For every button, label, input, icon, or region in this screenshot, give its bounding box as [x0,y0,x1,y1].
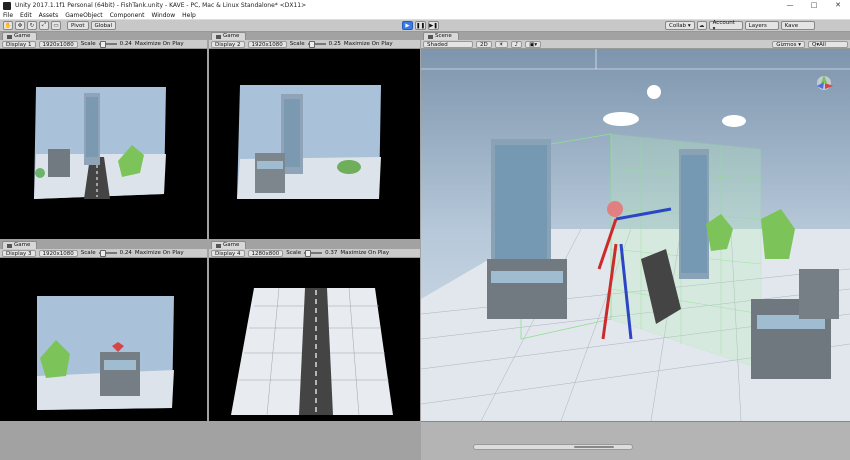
game-panel-4: Game Display 4 1280x800 Scale 0.37 Maxim… [209,241,420,421]
lighting-toggle-icon[interactable]: ☀ [494,40,508,48]
scene-viewport[interactable] [421,49,850,421]
2d-toggle[interactable]: 2D [476,40,492,48]
scene-bottom-strip [421,421,850,460]
maximize-on-play-toggle[interactable]: Maximize On Play [344,41,393,47]
game-toolbar-4: Display 4 1280x800 Scale 0.37 Maximize O… [209,249,420,258]
layers-dropdown[interactable]: Layers [744,21,779,30]
layout-label: Kave [784,22,799,29]
scale-label: Scale [289,41,305,47]
maximize-button[interactable]: □ [802,0,826,11]
play-button[interactable]: ▶ [402,21,413,30]
menu-file[interactable]: File [3,12,13,19]
effects-toggle-icon[interactable]: ▣▾ [525,40,542,48]
scene-search-input[interactable]: Q▾All [808,40,848,48]
resolution-dropdown[interactable]: 1920x1080 [247,40,287,48]
global-toggle[interactable]: Global [90,21,117,30]
tab-scene[interactable]: Scene [423,32,459,40]
menu-edit[interactable]: Edit [20,12,32,19]
collab-label: Collab ▾ [669,22,691,29]
title-bar: Unity 2017.1.1f1 Personal (64bit) - Fish… [0,0,850,11]
menu-window[interactable]: Window [151,12,175,19]
audio-toggle-icon[interactable]: ♪ [510,40,523,48]
window-title: Unity 2017.1.1f1 Personal (64bit) - Fish… [15,2,307,9]
main-toolbar: ✋ ✥ ↻ ⤢ ▭ Pivot Global ▶ ❚❚ ▶❚ Collab ▾ … [0,20,850,32]
close-button[interactable]: ✕ [826,0,850,11]
minimize-button[interactable]: — [778,0,802,11]
global-label: Global [94,22,113,29]
shading-dropdown[interactable]: Shaded [423,40,473,48]
resolution-dropdown[interactable]: 1920x1080 [38,249,78,257]
scale-label: Scale [80,41,96,47]
layers-label: Layers [748,22,767,29]
step-button[interactable]: ▶❚ [428,21,439,30]
pivot-toggle[interactable]: Pivot [67,21,89,30]
game-panel-1: Game Display 1 1920x1080 Scale 0.24 Maxi… [0,32,207,239]
scale-tool-button[interactable]: ⤢ [39,21,49,30]
layout-dropdown[interactable]: Kave [780,21,815,30]
account-dropdown[interactable]: Account ▾ [708,19,743,32]
game-viewport-1[interactable] [0,49,207,239]
game-panel-3: Game Display 3 1920x1080 Scale 0.24 Maxi… [0,241,207,421]
game-toolbar-3: Display 3 1920x1080 Scale 0.24 Maximize … [0,249,207,258]
pause-button[interactable]: ❚❚ [415,21,426,30]
display-dropdown[interactable]: Display 4 [211,249,245,257]
game-tab-icon [216,243,221,248]
scene-tab-icon [428,34,433,39]
resolution-dropdown[interactable]: 1280x800 [247,249,284,257]
game-panel-2: Game Display 2 1920x1080 Scale 0.25 Maxi… [209,32,420,239]
game-toolbar-2: Display 2 1920x1080 Scale 0.25 Maximize … [209,40,420,49]
move-tool-button[interactable]: ✥ [15,21,25,30]
menu-gameobject[interactable]: GameObject [65,12,102,19]
window-controls: — □ ✕ [778,0,850,11]
maximize-on-play-toggle[interactable]: Maximize On Play [340,250,389,256]
scale-label: Scale [286,250,302,256]
scale-label: Scale [80,250,96,256]
scale-slider[interactable] [98,250,117,257]
pivot-label: Pivot [71,22,85,29]
scene-toolbar: Shaded 2D ☀ ♪ ▣▾ Gizmos ▾ Q▾All [421,40,850,49]
scale-value: 0.25 [328,41,341,47]
tab-label: Game [223,33,240,39]
scale-slider[interactable] [304,250,323,257]
scale-value: 0.24 [119,41,132,47]
account-label: Account ▾ [712,19,735,32]
tab-label: Game [14,242,31,248]
tab-game-4[interactable]: Game [211,241,247,249]
tab-label: Scene [435,33,452,39]
tab-game-3[interactable]: Game [2,241,38,249]
game-viewport-2[interactable] [209,49,420,239]
display-dropdown[interactable]: Display 3 [2,249,36,257]
game-tab-icon [7,34,12,39]
maximize-on-play-toggle[interactable]: Maximize On Play [135,250,184,256]
scale-value: 0.37 [325,250,338,256]
game-viewport-3[interactable] [0,258,207,421]
game-viewport-4[interactable] [209,258,420,421]
rotate-tool-button[interactable]: ↻ [27,21,37,30]
menu-component[interactable]: Component [110,12,145,19]
hand-tool-button[interactable]: ✋ [3,21,13,30]
gizmos-dropdown[interactable]: Gizmos ▾ [772,40,805,48]
tab-label: Game [223,242,240,248]
unity-logo-icon [3,1,11,10]
tab-label: Game [14,33,31,39]
tab-game-1[interactable]: Game [2,32,38,40]
game-toolbar-1: Display 1 1920x1080 Scale 0.24 Maximize … [0,40,207,49]
scale-slider[interactable] [98,41,117,48]
resolution-dropdown[interactable]: 1920x1080 [38,40,78,48]
scene-panel: Scene Shaded 2D ☀ ♪ ▣▾ Gizmos ▾ Q▾All [421,32,850,421]
scale-value: 0.24 [119,250,132,256]
display-dropdown[interactable]: Display 2 [211,40,245,48]
display-dropdown[interactable]: Display 1 [2,40,36,48]
tab-game-2[interactable]: Game [211,32,247,40]
game-tab-icon [216,34,221,39]
horizontal-scrollbar[interactable] [473,444,633,450]
rect-tool-button[interactable]: ▭ [51,21,61,30]
game-tab-icon [7,243,12,248]
cloud-icon[interactable]: ☁ [696,21,707,30]
scale-slider[interactable] [307,41,326,48]
menu-assets[interactable]: Assets [39,12,59,19]
collab-dropdown[interactable]: Collab ▾ [665,21,695,30]
maximize-on-play-toggle[interactable]: Maximize On Play [135,41,184,47]
menu-help[interactable]: Help [182,12,196,19]
